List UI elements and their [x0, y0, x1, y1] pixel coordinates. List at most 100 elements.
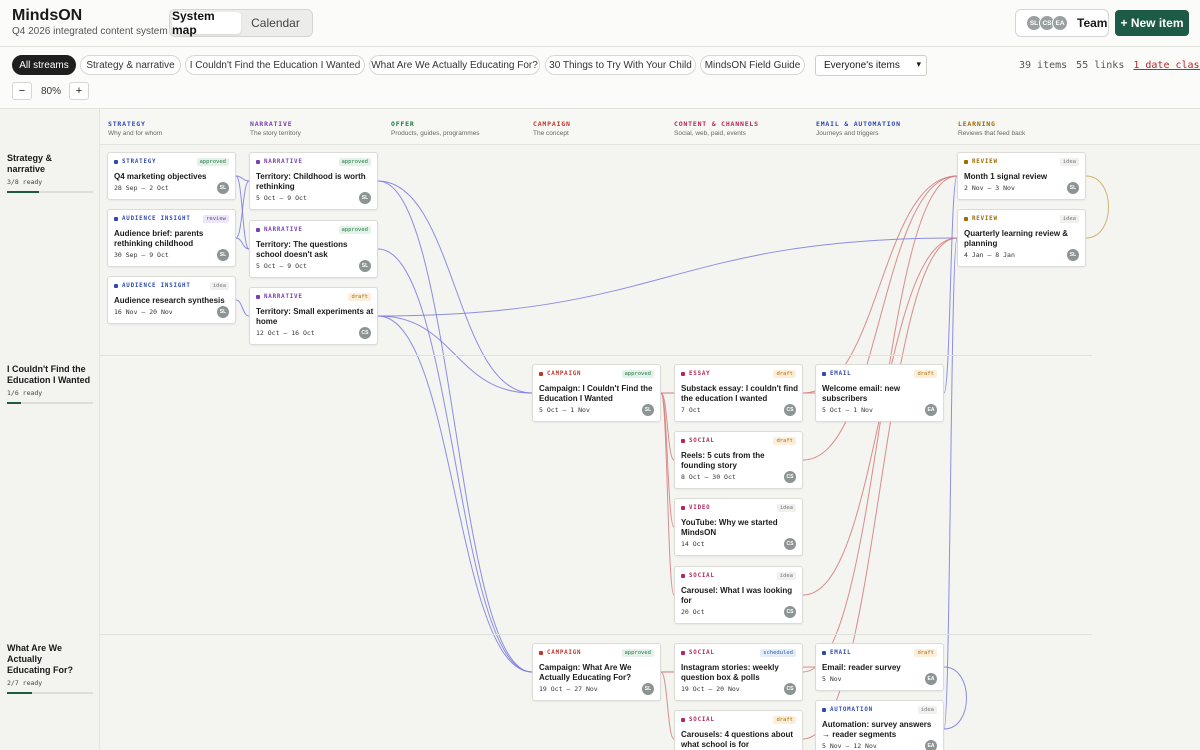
item-card[interactable]: SOCIAL scheduled Instagram stories: weekly… — [674, 643, 803, 701]
status-badge: approved — [196, 158, 229, 166]
item-card[interactable]: AUDIENCE INSIGHT review Audience brief: pa… — [107, 209, 236, 267]
filter-stream-education[interactable]: I Couldn't Find the Education I Wanted — [185, 55, 365, 75]
card-date: 30 Sep – 9 Oct — [114, 251, 169, 259]
status-badge: idea — [1059, 158, 1079, 166]
card-type: AUTOMATION — [822, 707, 873, 713]
owner-avatar: SL — [1067, 182, 1079, 194]
column-narrative: NARRATIVE The story territory — [250, 120, 301, 137]
card-date: 7 Oct — [681, 406, 701, 414]
item-count: 39 items — [1019, 60, 1068, 71]
dependency-link — [660, 671, 675, 740]
dependency-link — [235, 175, 250, 182]
column-email: EMAIL & AUTOMATION Journeys and triggers — [816, 120, 901, 137]
lane-progress — [7, 692, 93, 694]
item-card[interactable]: EMAIL draft Email: reader survey 5 Nov EA — [815, 643, 944, 691]
filter-stream-30-things[interactable]: 30 Things to Try With Your Child — [545, 55, 696, 75]
card-type: SOCIAL — [681, 650, 715, 656]
dependency-link — [377, 180, 533, 673]
card-date: 5 Oct – 1 Nov — [822, 406, 873, 414]
owner-filter-select[interactable]: Everyone's items ▾ — [815, 55, 927, 76]
column-content: CONTENT & CHANNELS Social, web, paid, eve… — [674, 120, 759, 137]
card-date: 28 Sep – 2 Oct — [114, 184, 169, 192]
app-title: MindsON — [12, 7, 83, 24]
item-card[interactable]: NARRATIVE approved Territory: Childhood is… — [249, 152, 378, 210]
item-card[interactable]: CAMPAIGN approved Campaign: What Are We Ac… — [532, 643, 661, 701]
filter-stream-field-guide[interactable]: MindsON Field Guide — [700, 55, 805, 75]
owner-avatar: SL — [359, 260, 371, 272]
card-title: Quarterly learning review & planning — [964, 229, 1069, 248]
card-date: 4 Jan – 8 Jan — [964, 251, 1015, 259]
owner-avatar: CS — [784, 538, 796, 550]
card-title: Audience research synthesis — [114, 296, 225, 305]
card-type: SOCIAL — [681, 717, 715, 723]
item-card[interactable]: SOCIAL draft Carousels: 4 questions about … — [674, 710, 803, 750]
dependency-link — [377, 237, 958, 317]
lane-strategy-narrative[interactable]: Strategy & narrative 3/8 ready — [7, 153, 93, 193]
card-title: Q4 marketing objectives — [114, 172, 207, 181]
date-clash-link[interactable]: 1 date clash — [1133, 60, 1200, 71]
item-card[interactable]: ESSAY draft Substack essay: I couldn't fin… — [674, 364, 803, 422]
filter-stream-educating-for[interactable]: What Are We Actually Educating For? — [369, 55, 540, 75]
item-card[interactable]: AUTOMATION idea Automation: survey answers… — [815, 700, 944, 750]
card-date: 5 Nov — [822, 675, 842, 683]
item-card[interactable]: SOCIAL idea Carousel: What I was looking f… — [674, 566, 803, 624]
card-title: Automation: survey answers → reader segm… — [822, 720, 932, 739]
dependency-link — [377, 180, 533, 394]
owner-avatar: CS — [784, 471, 796, 483]
system-map-canvas[interactable]: STRATEGY approved Q4 marketing objectives 2… — [100, 145, 1200, 750]
status-badge: review — [203, 215, 229, 223]
lane-education-wanted[interactable]: I Couldn't Find the Education I Wanted 1/… — [7, 364, 97, 404]
status-badge: idea — [776, 572, 796, 580]
filter-strategy-narrative[interactable]: Strategy & narrative — [80, 55, 181, 75]
status-badge: idea — [917, 706, 937, 714]
owner-avatar: EA — [925, 404, 937, 416]
card-type: SOCIAL — [681, 438, 715, 444]
lane-educating-for[interactable]: What Are We Actually Educating For? 2/7 r… — [7, 643, 93, 694]
item-card[interactable]: REVIEW idea Quarterly learning review & pl… — [957, 209, 1086, 267]
item-card[interactable]: VIDEO idea YouTube: Why we started MindsON… — [674, 498, 803, 556]
dependency-link — [235, 299, 250, 317]
item-card[interactable]: EMAIL draft Welcome email: new subscribers… — [815, 364, 944, 422]
item-card[interactable]: REVIEW idea Month 1 signal review 2 Nov – 3… — [957, 152, 1086, 200]
card-date: 5 Nov – 12 Nov — [822, 742, 877, 750]
item-card[interactable]: AUDIENCE INSIGHT idea Audience research sy… — [107, 276, 236, 324]
dependency-link — [1085, 175, 1109, 239]
dependency-link — [802, 175, 958, 673]
card-title: YouTube: Why we started MindsON — [681, 518, 778, 537]
filter-all-streams[interactable]: All streams — [12, 55, 76, 75]
team-label: Team — [1077, 16, 1108, 30]
team-button[interactable]: SL CS EA Team — [1015, 9, 1109, 37]
card-type: CAMPAIGN — [539, 371, 581, 377]
item-card[interactable]: STRATEGY approved Q4 marketing objectives 2… — [107, 152, 236, 200]
zoom-level: 80% — [40, 86, 61, 97]
status-badge: draft — [914, 649, 937, 657]
owner-avatar: CS — [359, 327, 371, 339]
view-toggle: System map Calendar — [169, 9, 313, 37]
item-card[interactable]: CAMPAIGN approved Campaign: I Couldn't Fin… — [532, 364, 661, 422]
owner-avatar: CS — [784, 606, 796, 618]
card-type: CAMPAIGN — [539, 650, 581, 656]
item-card[interactable]: NARRATIVE approved Territory: The question… — [249, 220, 378, 278]
card-title: Audience brief: parents rethinking child… — [114, 229, 204, 248]
card-date: 5 Oct – 1 Nov — [539, 406, 590, 414]
zoom-out-button[interactable]: − — [12, 82, 32, 100]
tab-system-map[interactable]: System map — [172, 9, 241, 37]
status-badge: scheduled — [760, 649, 796, 657]
dependency-link — [235, 175, 250, 250]
owner-avatar: SL — [359, 192, 371, 204]
card-type: ESSAY — [681, 371, 710, 377]
card-date: 2 Nov – 3 Nov — [964, 184, 1015, 192]
item-card[interactable]: SOCIAL draft Reels: 5 cuts from the foundi… — [674, 431, 803, 489]
owner-avatar: SL — [642, 683, 654, 695]
new-item-button[interactable]: + New item — [1115, 10, 1189, 36]
card-type: AUDIENCE INSIGHT — [114, 216, 191, 222]
item-card[interactable]: NARRATIVE draft Territory: Small experimen… — [249, 287, 378, 345]
card-title: Carousels: 4 questions about what school… — [681, 730, 794, 749]
card-title: Campaign: I Couldn't Find the Education … — [539, 384, 653, 403]
dependency-link — [377, 248, 533, 673]
tab-calendar[interactable]: Calendar — [241, 12, 310, 34]
lane-progress — [7, 402, 93, 404]
card-type: AUDIENCE INSIGHT — [114, 283, 191, 289]
owner-avatar: SL — [642, 404, 654, 416]
zoom-in-button[interactable]: + — [69, 82, 89, 100]
